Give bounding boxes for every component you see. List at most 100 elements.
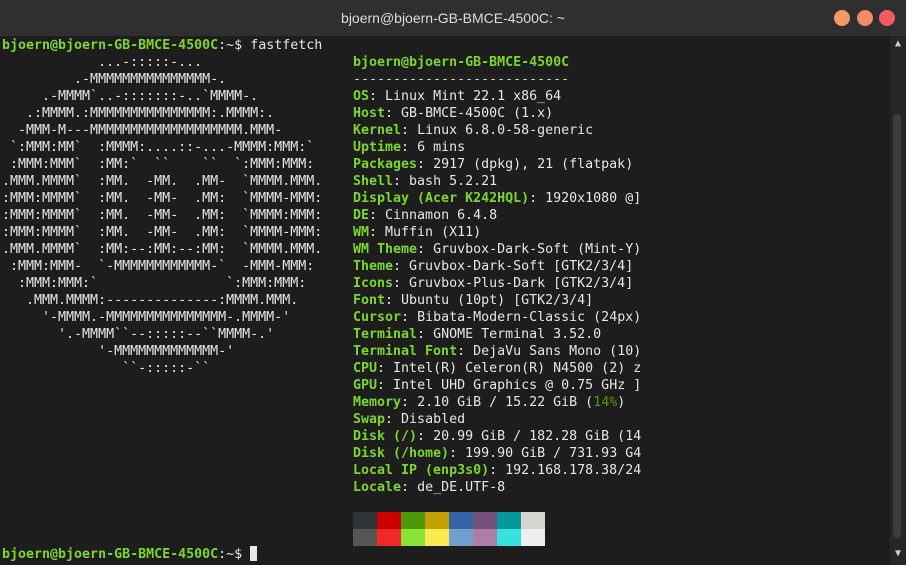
info-value: 1920x1080 @] xyxy=(545,191,642,206)
info-row: CPU: Intel(R) Celeron(R) N4500 (2) z xyxy=(353,360,641,377)
info-value: Bibata-Modern-Classic (24px) xyxy=(417,310,642,325)
info-row: Uptime: 6 mins xyxy=(353,139,465,156)
logo-line: .-MMMM`..-:::::::-..`MMMM-. xyxy=(2,89,259,104)
logo-line: .MMM.MMMM:--------------:MMMM.MMM. xyxy=(2,293,299,308)
info-value: GNOME Terminal 3.52.0 xyxy=(433,327,602,342)
info-colon: : xyxy=(385,293,402,308)
info-key: Local IP (enp3s0) xyxy=(353,463,490,478)
logo-line: .MMM.MMMM` :MM:--:MM:--:MM: `MMMM.MMM. xyxy=(2,242,323,257)
info-value: de_DE.UTF-8 xyxy=(417,480,506,495)
scroll-up-icon[interactable]: ▲ xyxy=(891,39,905,49)
logo-line: :MMM:MMM` :MM:` `` `` `:MMM:MMM: xyxy=(2,157,315,172)
info-value: Cinnamon 6.4.8 xyxy=(385,208,498,223)
maximize-button[interactable] xyxy=(857,10,873,26)
info-value: Gruvbox-Dark-Soft (Mint-Y) xyxy=(433,242,642,257)
cursor xyxy=(250,546,258,561)
info-key: OS xyxy=(353,89,370,104)
info-colon: : xyxy=(393,259,410,274)
command-text: fastfetch xyxy=(250,38,323,53)
info-row: Locale: de_DE.UTF-8 xyxy=(353,479,505,496)
info-value: Ubuntu (10pt) [GTK2/3/4] xyxy=(401,293,594,308)
info-colon: : xyxy=(385,106,402,121)
info-key: Theme xyxy=(353,259,394,274)
scroll-down-icon[interactable]: ▼ xyxy=(891,549,905,559)
logo-line: :MMM:MMM:` `:MMM:MMM: xyxy=(2,276,307,291)
info-key: CPU xyxy=(353,361,378,376)
palette-swatch xyxy=(521,512,545,529)
info-row: Theme: Gruvbox-Dark-Soft [GTK2/3/4] xyxy=(353,258,633,275)
terminal-area[interactable]: bjoern@bjoern-GB-BMCE-4500C:~$ fastfetch… xyxy=(0,37,890,565)
info-row: Font: Ubuntu (10pt) [GTK2/3/4] xyxy=(353,292,593,309)
prompt-line[interactable]: bjoern@bjoern-GB-BMCE-4500C:~$ xyxy=(2,546,258,563)
scrollbar-thumb[interactable] xyxy=(893,114,901,538)
info-value: Disabled xyxy=(401,412,466,427)
info-row: Display (Acer K242HQL): 1920x1080 @] xyxy=(353,190,641,207)
info-key: Terminal Font xyxy=(353,344,458,359)
info-row: WM: Muffin (X11) xyxy=(353,224,481,241)
title-bar[interactable]: bjoern@bjoern-GB-BMCE-4500C: ~ xyxy=(0,0,906,37)
info-colon: : xyxy=(369,225,386,240)
palette-swatch xyxy=(401,512,425,529)
palette-swatch xyxy=(497,512,521,529)
info-row: Kernel: Linux 6.8.0-58-generic xyxy=(353,122,593,139)
info-colon: : xyxy=(417,157,434,172)
info-key: Uptime xyxy=(353,140,402,155)
info-value: Muffin (X11) xyxy=(385,225,482,240)
info-row: Memory: 2.10 GiB / 15.22 GiB (14%) xyxy=(353,394,625,411)
info-key: Kernel xyxy=(353,123,402,138)
info-row: Local IP (enp3s0): 192.168.178.38/24 xyxy=(353,462,641,479)
info-key: Display (Acer K242HQL) xyxy=(353,191,530,206)
info-colon: : xyxy=(457,344,474,359)
info-colon: : xyxy=(393,174,410,189)
info-value: Gruvbox-Dark-Soft [GTK2/3/4] xyxy=(409,259,634,274)
info-value: bash 5.2.21 xyxy=(409,174,498,189)
info-colon: : xyxy=(369,89,386,104)
logo-line: .MMM.MMMM` :MM. -MM. .MM- `MMMM.MMM. xyxy=(2,174,323,189)
info-key: Locale xyxy=(353,480,402,495)
palette-swatch xyxy=(497,529,521,546)
info-colon: : xyxy=(417,242,434,257)
info-key: Host xyxy=(353,106,386,121)
info-colon: : xyxy=(489,463,506,478)
prompt-user-host-2: bjoern@bjoern-GB-BMCE-4500C xyxy=(2,547,219,562)
memory-percent: 14% xyxy=(593,395,618,410)
info-separator: --------------------------- xyxy=(353,72,570,87)
info-colon: : xyxy=(377,378,394,393)
info-value: DejaVu Sans Mono (10) xyxy=(473,344,642,359)
info-value: 199.90 GiB / 731.93 G4 xyxy=(465,446,642,461)
info-key: Swap xyxy=(353,412,386,427)
info-header: bjoern@bjoern-GB-BMCE-4500C xyxy=(353,55,570,70)
info-colon: : xyxy=(385,412,402,427)
info-row: Cursor: Bibata-Modern-Classic (24px) xyxy=(353,309,641,326)
info-colon: : xyxy=(401,140,418,155)
info-value: 6 mins xyxy=(417,140,466,155)
info-value: 20.99 GiB / 182.28 GiB (14 xyxy=(433,429,642,444)
logo-line: ``-:::::-`` xyxy=(2,361,211,376)
info-colon: : xyxy=(401,123,418,138)
info-colon: : xyxy=(417,429,434,444)
info-value: Intel(R) Celeron(R) N4500 (2) z xyxy=(393,361,642,376)
info-colon: : xyxy=(449,446,466,461)
info-row: Terminal: GNOME Terminal 3.52.0 xyxy=(353,326,601,343)
info-colon: : xyxy=(393,276,410,291)
window-title: bjoern@bjoern-GB-BMCE-4500C: ~ xyxy=(341,10,565,26)
info-key: DE xyxy=(353,208,370,223)
info-row: Swap: Disabled xyxy=(353,411,465,428)
info-value: Linux 6.8.0-58-generic xyxy=(417,123,594,138)
info-row: Packages: 2917 (dpkg), 21 (flatpak) xyxy=(353,156,633,173)
logo-line: `:MMM:MM` :MMMM:....::-...-MMMM:MMM:` xyxy=(2,140,315,155)
info-value: 2917 (dpkg), 21 (flatpak) xyxy=(433,157,634,172)
memory-tail: ) xyxy=(617,395,626,410)
info-value: Linux Mint 22.1 x86_64 xyxy=(385,89,562,104)
logo-line: '-MMMM.-MMMMMMMMMMMMMMM-.MMMM-' xyxy=(2,310,291,325)
minimize-button[interactable] xyxy=(834,10,850,26)
info-row: DE: Cinnamon 6.4.8 xyxy=(353,207,497,224)
info-row: GPU: Intel UHD Graphics @ 0.75 GHz ] xyxy=(353,377,641,394)
info-key: Memory xyxy=(353,395,402,410)
info-key: Disk (/home) xyxy=(353,446,450,461)
info-value: 2.10 GiB / 15.22 GiB ( xyxy=(417,395,594,410)
close-button[interactable] xyxy=(879,10,895,26)
info-colon: : xyxy=(377,361,394,376)
palette-swatch xyxy=(473,512,497,529)
info-key: WM xyxy=(353,225,370,240)
